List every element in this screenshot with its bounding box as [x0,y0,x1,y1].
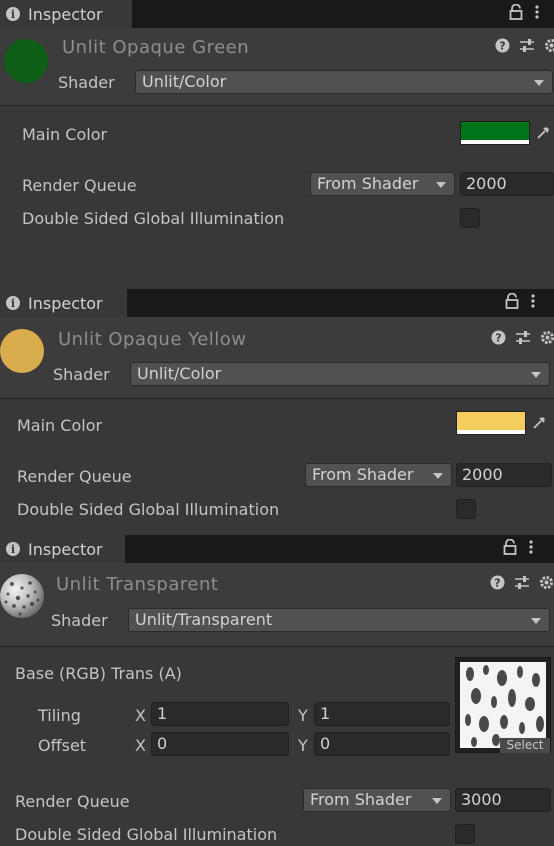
gear-icon[interactable] [544,38,554,57]
gi-checkbox[interactable] [455,824,475,844]
info-icon: i [6,542,20,556]
material-name: Unlit Opaque Green [62,37,250,58]
tab-label: Inspector [28,293,103,313]
eyedropper-icon[interactable] [528,411,550,435]
inspector-panel-green: i Inspector Unlit Opaque Green ? Shader … [0,0,554,289]
gi-label: Double Sided Global Illumination [15,825,278,844]
shader-label: Shader [51,611,108,630]
shader-value: Unlit/Color [142,72,227,91]
render-queue-mode: From Shader [312,465,414,484]
dropdown-arrow-icon [531,372,541,378]
select-button[interactable]: Select [500,738,550,753]
shader-dropdown[interactable]: Unlit/Color [130,362,550,386]
alpha-bar [461,140,529,144]
material-name: Unlit Opaque Yellow [58,329,247,350]
tiling-y-field[interactable]: 1 [314,702,450,726]
render-queue-label: Render Queue [15,792,130,811]
tiling-y-label: Y [298,706,308,725]
shader-dropdown[interactable]: Unlit/Transparent [128,608,550,632]
offset-x-label: X [135,736,146,755]
material-header: Unlit Opaque Yellow ? Shader Unlit/Color [0,317,554,399]
shader-label: Shader [53,365,110,384]
offset-label: Offset [38,736,87,755]
material-name: Unlit Transparent [56,574,219,595]
lock-icon[interactable] [503,538,517,559]
main-color-swatch[interactable] [456,411,526,435]
gi-label: Double Sided Global Illumination [17,500,280,519]
gear-icon[interactable] [540,330,554,349]
lock-icon[interactable] [505,292,519,313]
offset-y-field[interactable]: 0 [314,732,450,756]
render-queue-dropdown[interactable]: From Shader [305,463,452,487]
material-header: Unlit Transparent ? Shader Unlit/Transpa… [0,563,554,647]
render-queue-field[interactable]: 2000 [460,172,554,196]
render-queue-mode: From Shader [310,790,412,809]
info-icon: i [6,296,20,310]
preset-sliders-icon[interactable] [514,575,530,594]
kebab-menu-icon[interactable] [535,4,539,24]
dropdown-arrow-icon [531,618,541,624]
main-color-swatch[interactable] [460,121,530,145]
render-queue-label: Render Queue [17,467,132,486]
kebab-menu-icon[interactable] [531,293,535,313]
dropdown-arrow-icon [534,80,544,86]
render-queue-dropdown[interactable]: From Shader [310,172,455,196]
dropdown-arrow-icon [436,182,446,188]
texture-thumbnail [460,662,546,748]
offset-x-field[interactable]: 0 [151,732,289,756]
render-queue-field[interactable]: 3000 [455,788,551,812]
tiling-x-label: X [135,706,146,725]
render-queue-label: Render Queue [22,176,137,195]
info-icon: i [6,7,20,21]
inspector-tab[interactable]: i Inspector [0,0,132,28]
material-preview-sphere [4,39,48,83]
help-icon[interactable]: ? [495,38,510,57]
material-preview-sphere [0,574,44,618]
help-icon[interactable]: ? [491,330,506,349]
kebab-menu-icon[interactable] [529,539,533,559]
gi-checkbox[interactable] [460,208,480,228]
preset-sliders-icon[interactable] [515,330,531,349]
tab-bar: i Inspector [0,0,554,28]
inspector-tab[interactable]: i Inspector [0,535,125,563]
lock-icon[interactable] [509,3,523,24]
tab-label: Inspector [28,4,103,24]
tab-bar: i Inspector [0,289,554,317]
inspector-tab[interactable]: i Inspector [0,289,127,317]
noise-texture [4,581,40,616]
shader-dropdown[interactable]: Unlit/Color [135,70,553,94]
dropdown-arrow-icon [432,798,442,804]
shader-value: Unlit/Color [137,364,222,383]
alpha-bar [457,430,525,434]
dropdown-arrow-icon [433,473,443,479]
svg-text:?: ? [495,332,501,345]
material-header: Unlit Opaque Green ? Shader Unlit/Color [0,28,554,106]
shader-label: Shader [58,73,115,92]
svg-text:?: ? [499,40,505,53]
inspector-panel-transparent: i Inspector Unlit Transparent ? Shader U… [0,535,554,846]
inspector-panel-yellow: i Inspector Unlit Opaque Yellow ? Shader… [0,289,554,535]
render-queue-field[interactable]: 2000 [456,463,552,487]
render-queue-dropdown[interactable]: From Shader [303,788,451,812]
eyedropper-icon[interactable] [532,121,554,145]
tiling-x-field[interactable]: 1 [151,702,289,726]
tab-bar: i Inspector [0,535,554,563]
material-preview-sphere [0,329,44,373]
main-color-label: Main Color [22,125,108,144]
tab-label: Inspector [28,539,103,559]
gi-checkbox[interactable] [456,499,476,519]
svg-text:?: ? [494,577,500,590]
preset-sliders-icon[interactable] [519,38,535,57]
texture-label: Base (RGB) Trans (A) [15,664,182,683]
shader-value: Unlit/Transparent [135,610,273,629]
render-queue-mode: From Shader [317,174,419,193]
main-color-label: Main Color [17,416,103,435]
help-icon[interactable]: ? [490,575,505,594]
tiling-label: Tiling [38,706,81,725]
gear-icon[interactable] [539,575,554,594]
gi-label: Double Sided Global Illumination [22,209,285,228]
offset-y-label: Y [298,736,308,755]
texture-slot[interactable]: Select [455,657,551,753]
